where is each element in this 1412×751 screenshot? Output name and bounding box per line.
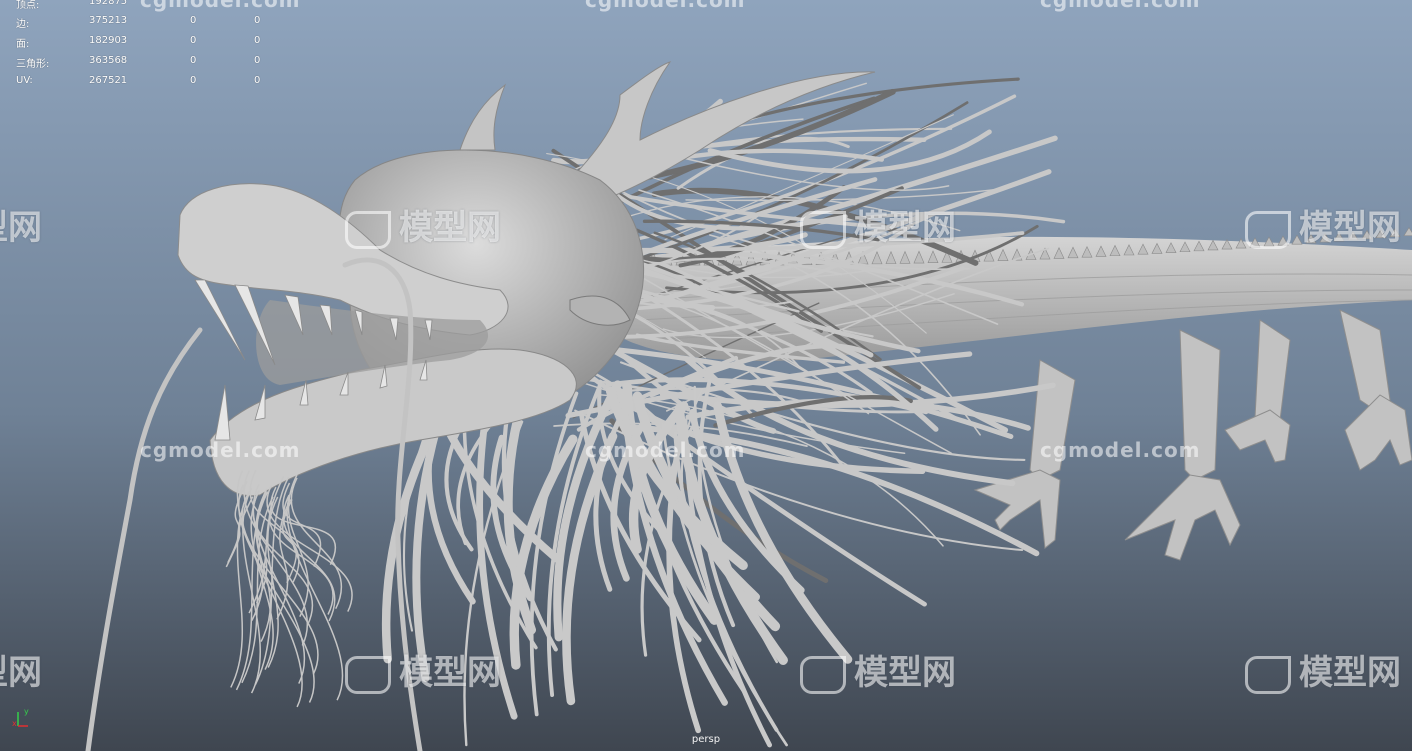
watermark-brand-text: 模型网 [0, 208, 42, 248]
hud-selected: 0 [190, 55, 197, 66]
cgmodel-logo-icon [345, 655, 391, 694]
hud-triangles-selected: 0 [254, 75, 261, 86]
hud-value: 375213 [89, 15, 128, 26]
cgmodel-logo-icon [800, 655, 846, 694]
cgmodel-logo-icon [1245, 655, 1291, 694]
hud-selected: 0 [190, 35, 197, 46]
hud-label: 边: [16, 19, 30, 30]
axis-gizmo-icon: y x [12, 707, 29, 728]
dragon-beard [225, 469, 353, 708]
watermark-brand-text: 模型网 [854, 208, 956, 248]
hud-label: 三角形: [16, 59, 50, 70]
hud-value: 192875 [89, 0, 128, 7]
hud-row-edges: 边: 375213 0 0 [0, 15, 300, 30]
watermark-brand: 模型网 [800, 645, 956, 694]
hud-row-vertices: 顶点: 192875 [0, 0, 300, 11]
hud-label: 面: [16, 39, 30, 50]
hud-triangles-selected: 0 [254, 35, 261, 46]
watermark-brand: 模型网 [0, 200, 42, 249]
beard-strand [230, 491, 250, 688]
hud-value: 267521 [89, 75, 128, 86]
watermark-brand-text: 模型网 [0, 653, 42, 693]
watermark-brand: 模型网 [1245, 200, 1401, 249]
watermark-brand: 模型网 [345, 645, 501, 694]
hud-row-triangles: 三角形: 363568 0 0 [0, 55, 300, 70]
hud-value: 363568 [89, 55, 128, 66]
watermark-brand-text: 模型网 [854, 653, 956, 693]
axis-y-label: y [24, 707, 29, 716]
watermark-brand: 模型网 [1245, 645, 1401, 694]
hud-row-faces: 面: 182903 0 0 [0, 35, 300, 50]
watermark-brand-text: 模型网 [399, 208, 501, 248]
hud-selected: 0 [190, 75, 197, 86]
watermark-brand: 模型网 [345, 200, 501, 249]
cgmodel-logo-icon [1245, 210, 1291, 249]
watermark-brand: 模型网 [800, 200, 956, 249]
camera-name-label: persp [691, 734, 721, 745]
watermark-brand-text: 模型网 [399, 653, 501, 693]
watermark-site-text: cgmodel.com [140, 438, 301, 462]
cgmodel-logo-icon [345, 210, 391, 249]
watermark-brand: 模型网 [0, 645, 42, 694]
watermark-brand-text: 模型网 [1299, 208, 1401, 248]
watermark-brand-text: 模型网 [1299, 653, 1401, 693]
watermark-site-text: cgmodel.com [1040, 438, 1201, 462]
watermark-site-text: cgmodel.com [585, 0, 746, 12]
cgmodel-logo-icon [800, 210, 846, 249]
poly-count-hud: 顶点: 192875 边: 375213 0 0 面: 182903 0 0 三… [0, 0, 300, 96]
watermark-site-text: cgmodel.com [585, 438, 746, 462]
hud-row-uv: UV: 267521 0 0 [0, 75, 300, 89]
hud-label: 顶点: [16, 0, 40, 11]
axis-x-label: x [12, 719, 17, 728]
dragon-model-render[interactable] [0, 0, 1412, 751]
dragon-legs [973, 309, 1412, 561]
hud-triangles-selected: 0 [254, 15, 261, 26]
beard-strand [282, 494, 336, 622]
hud-label: UV: [16, 75, 33, 86]
maya-viewport[interactable]: cgmodel.com cgmodel.com cgmodel.com cgmodel… [0, 0, 1412, 751]
hud-selected: 0 [190, 15, 197, 26]
watermark-site-text: cgmodel.com [1040, 0, 1201, 12]
mane-strand [562, 432, 618, 706]
hud-triangles-selected: 0 [254, 55, 261, 66]
hud-value: 182903 [89, 35, 128, 46]
